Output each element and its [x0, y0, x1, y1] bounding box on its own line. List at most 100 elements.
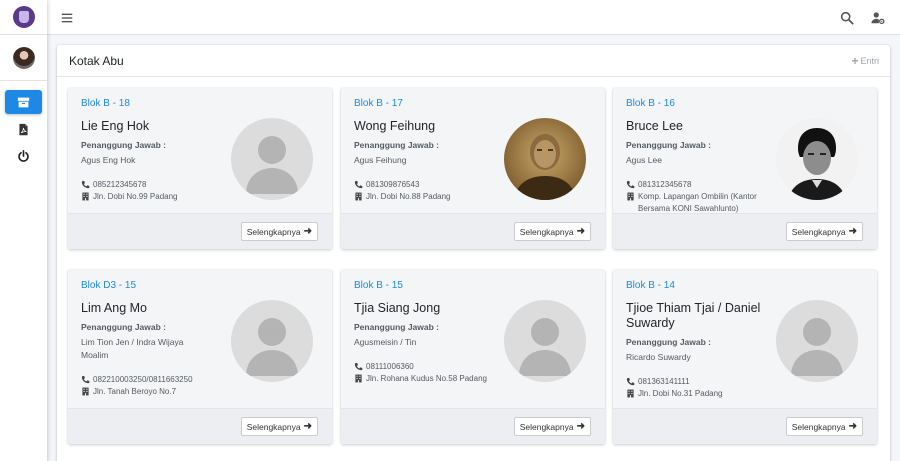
arrow-right-icon: ➜ [848, 421, 857, 432]
card-footer: Selengkapnya ➜ [341, 213, 605, 249]
selengkapnya-label: Selengkapnya [246, 421, 301, 432]
pj-value: Lim Tion Jen / Indra Wijaya Moalim [81, 337, 184, 360]
deceased-name: Lie Eng Hok [81, 119, 150, 133]
archive-icon [17, 97, 30, 107]
card-body: Blok D3 - 15 Lim Ang Mo Penanggung Jawab… [68, 270, 332, 398]
blok-label: Blok B - 18 [81, 98, 130, 109]
card-footer: Selengkapnya ➜ [68, 408, 332, 444]
phone-icon [81, 375, 90, 384]
selengkapnya-label: Selengkapnya [791, 421, 846, 432]
sidebar-nav [0, 81, 47, 168]
selengkapnya-button[interactable]: Selengkapnya ➜ [513, 222, 591, 241]
arrow-right-icon: ➜ [303, 226, 312, 237]
pdf-file-icon [19, 123, 28, 135]
building-icon [82, 192, 89, 201]
profile-photo [504, 118, 586, 200]
avatar[interactable] [12, 46, 35, 69]
selengkapnya-label: Selengkapnya [246, 226, 301, 237]
phone-value: 081309876543 [366, 180, 420, 189]
building-icon [355, 374, 362, 383]
search-button[interactable] [838, 9, 856, 27]
phone-icon [354, 180, 363, 189]
blok-label: Blok D3 - 15 [81, 280, 137, 291]
selengkapnya-button[interactable]: Selengkapnya ➜ [785, 417, 863, 436]
user-panel [0, 35, 47, 81]
phone-icon [626, 180, 635, 189]
card-body: Blok B - 14 Tjioe Thiam Tjai / Daniel Su… [613, 270, 877, 400]
address-value: Komp. Lapangan Ombilin (Kantor Bersama K… [638, 192, 757, 213]
selengkapnya-button[interactable]: Selengkapnya ➜ [513, 417, 591, 436]
address-value: Jln. Rohana Kudus No.58 Padang [366, 374, 487, 383]
sidebar-item-pdf[interactable] [5, 117, 42, 141]
address-row: Jln. Dobi No.31 Padang [626, 388, 864, 400]
deceased-name: Lim Ang Mo [81, 301, 148, 315]
selengkapnya-button[interactable]: Selengkapnya ➜ [240, 222, 318, 241]
arrow-right-icon: ➜ [576, 421, 585, 432]
kotak-abu-card-3: Blok B - 16 Bruce Lee Penanggung Jawab :… [613, 88, 877, 249]
selengkapnya-button[interactable]: Selengkapnya ➜ [785, 222, 863, 241]
brand [0, 0, 47, 35]
page-title: Kotak Abu [69, 53, 124, 68]
arrow-right-icon: ➜ [848, 226, 857, 237]
card-body: Blok B - 18 Lie Eng Hok Penanggung Jawab… [68, 88, 332, 203]
selengkapnya-button[interactable]: Selengkapnya ➜ [240, 417, 318, 436]
card-footer: Selengkapnya ➜ [613, 408, 877, 444]
kotak-abu-card-1: Blok B - 18 Lie Eng Hok Penanggung Jawab… [68, 88, 332, 249]
profile-photo [231, 300, 313, 382]
address-value: Jln. Dobi No.99 Padang [93, 192, 178, 201]
phone-value: 085212345678 [93, 180, 147, 189]
kotak-abu-card-5: Blok B - 15 Tjia Siang Jong Penanggung J… [341, 270, 605, 444]
add-entry-label: Entri [860, 55, 879, 66]
arrow-right-icon: ➜ [303, 421, 312, 432]
phone-icon [626, 377, 635, 386]
card-footer: Selengkapnya ➜ [341, 408, 605, 444]
building-icon [82, 387, 89, 396]
blok-label: Blok B - 15 [354, 280, 403, 291]
profile-photo [504, 300, 586, 382]
pj-value: Ricardo Suwardy [626, 352, 691, 362]
phone-icon [354, 362, 363, 371]
phone-value: 081363141111 [638, 377, 690, 386]
kotak-abu-card-4: Blok D3 - 15 Lim Ang Mo Penanggung Jawab… [68, 270, 332, 444]
deceased-name: Bruce Lee [626, 119, 683, 133]
profile-photo [231, 118, 313, 200]
sidebar-item-logout[interactable] [5, 144, 42, 168]
menu-toggle-button[interactable] [58, 9, 76, 27]
selengkapnya-label: Selengkapnya [791, 226, 846, 237]
power-icon [18, 149, 29, 162]
pj-value: Agus Eng Hok [81, 155, 136, 165]
selengkapnya-label: Selengkapnya [519, 421, 574, 432]
arrow-right-icon: ➜ [576, 226, 585, 237]
profile-photo [776, 300, 858, 382]
hamburger-icon [61, 13, 73, 23]
address-row: Jln. Tanah Beroyo No.7 [81, 386, 319, 398]
blok-label: Blok B - 16 [626, 98, 675, 109]
card-body: Blok B - 16 Bruce Lee Penanggung Jawab :… [613, 88, 877, 215]
user-settings-button[interactable] [869, 9, 887, 27]
main-card: Kotak Abu + Entri Blok B - 18 Lie Eng Ho… [57, 45, 890, 461]
building-icon [355, 192, 362, 201]
kotak-abu-card-6: Blok B - 14 Tjioe Thiam Tjai / Daniel Su… [613, 270, 877, 444]
brand-logo[interactable] [12, 6, 35, 28]
card-footer: Selengkapnya ➜ [613, 213, 877, 249]
selengkapnya-label: Selengkapnya [519, 226, 574, 237]
profile-photo [776, 118, 858, 200]
card-body: Blok B - 17 Wong Feihung Penanggung Jawa… [341, 88, 605, 203]
address-value: Jln. Dobi No.31 Padang [638, 389, 723, 398]
deceased-name: Wong Feihung [354, 119, 436, 133]
sidebar [0, 0, 47, 461]
sidebar-item-kotak-abu[interactable] [5, 90, 42, 114]
pj-value: Agus Feihung [354, 155, 407, 165]
user-cog-icon [871, 12, 885, 25]
card-footer: Selengkapnya ➜ [68, 213, 332, 249]
add-entry-button[interactable]: + Entri [851, 55, 879, 67]
building-icon [627, 389, 634, 398]
top-navbar [47, 0, 900, 35]
address-value: Jln. Tanah Beroyo No.7 [93, 387, 177, 396]
plus-icon: + [851, 53, 859, 68]
phone-value: 08111006360 [366, 362, 414, 371]
deceased-name: Tjia Siang Jong [354, 301, 441, 315]
card-header: Kotak Abu + Entri [57, 45, 890, 77]
building-icon [627, 192, 634, 201]
deceased-name: Tjioe Thiam Tjai / Daniel Suwardy [626, 301, 761, 330]
